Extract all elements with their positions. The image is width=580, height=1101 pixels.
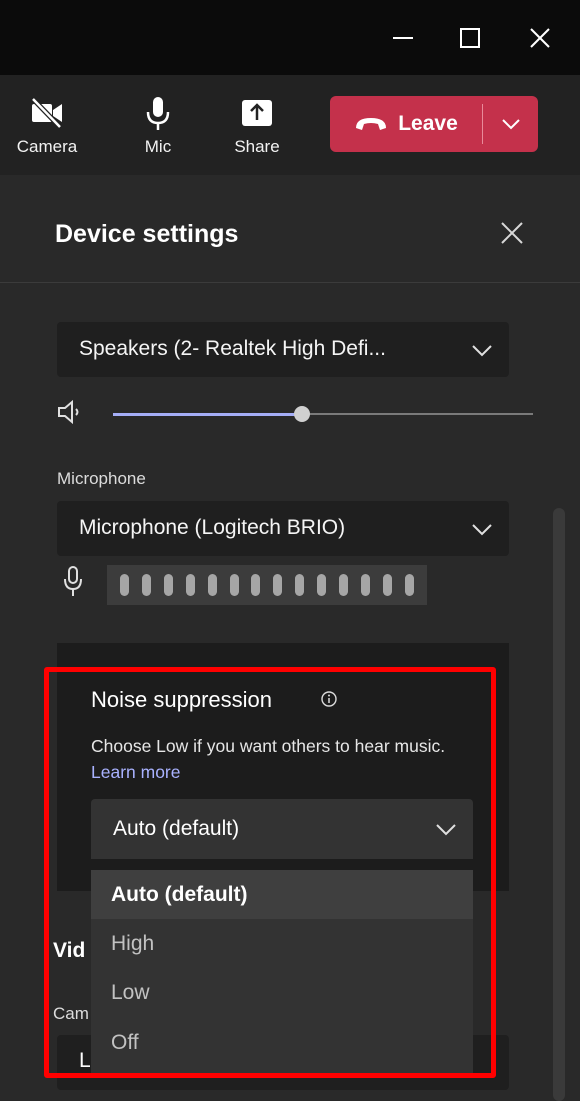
meter-segment: [295, 574, 305, 596]
microphone-level-meter: [107, 565, 427, 605]
leave-button[interactable]: Leave: [330, 96, 482, 152]
microphone-level-icon: [64, 566, 82, 596]
speaker-select[interactable]: Speakers (2- Realtek High Defi...: [57, 322, 509, 377]
microphone-select[interactable]: Microphone (Logitech BRIO): [57, 501, 509, 556]
meter-segment: [273, 574, 283, 596]
meter-segment: [382, 574, 392, 596]
camera-label: Camera: [16, 137, 78, 156]
highlight-annotation: [44, 667, 496, 1078]
meter-segment: [207, 574, 217, 596]
meter-segment: [163, 574, 173, 596]
microphone-label: Microphone: [57, 469, 146, 488]
mic-button[interactable]: Mic: [113, 87, 203, 167]
share-button[interactable]: Share: [212, 87, 302, 167]
volume-slider-fill: [113, 413, 302, 416]
meter-segment: [229, 574, 239, 596]
meter-segment: [339, 574, 349, 596]
volume-slider[interactable]: [113, 406, 533, 422]
camera-off-icon: [31, 97, 62, 129]
camera-button[interactable]: Camera: [2, 87, 92, 167]
panel-title: Device settings: [55, 220, 239, 248]
microphone-value: Microphone (Logitech BRIO): [79, 516, 346, 539]
share-label: Share: [234, 137, 280, 156]
hang-up-icon: [356, 118, 387, 130]
close-icon[interactable]: [520, 20, 560, 56]
mic-label: Mic: [144, 137, 172, 156]
meter-segment: [185, 574, 195, 596]
chevron-down-icon: [501, 119, 520, 130]
microphone-icon: [146, 97, 170, 130]
meter-segment: [119, 574, 129, 596]
speaker-value: Speakers (2- Realtek High Defi...: [79, 337, 386, 360]
leave-options-button[interactable]: [483, 96, 538, 152]
chevron-down-icon: [472, 345, 492, 357]
panel-scrollbar[interactable]: [553, 508, 565, 1101]
speaker-volume-icon: [58, 399, 79, 425]
meter-segment: [404, 574, 414, 596]
title-bar: [0, 0, 580, 75]
meter-segment: [317, 574, 327, 596]
volume-slider-thumb[interactable]: [294, 406, 310, 422]
share-icon: [242, 100, 272, 126]
panel-header: Device settings: [0, 175, 580, 283]
close-panel-icon[interactable]: [498, 219, 526, 247]
leave-label: Leave: [398, 112, 458, 135]
minimize-icon[interactable]: [383, 20, 423, 56]
maximize-icon[interactable]: [450, 20, 490, 56]
meter-segment: [361, 574, 371, 596]
leave-button-group: Leave: [330, 96, 538, 152]
meter-segment: [141, 574, 151, 596]
meter-segment: [251, 574, 261, 596]
chevron-down-icon: [472, 524, 492, 536]
